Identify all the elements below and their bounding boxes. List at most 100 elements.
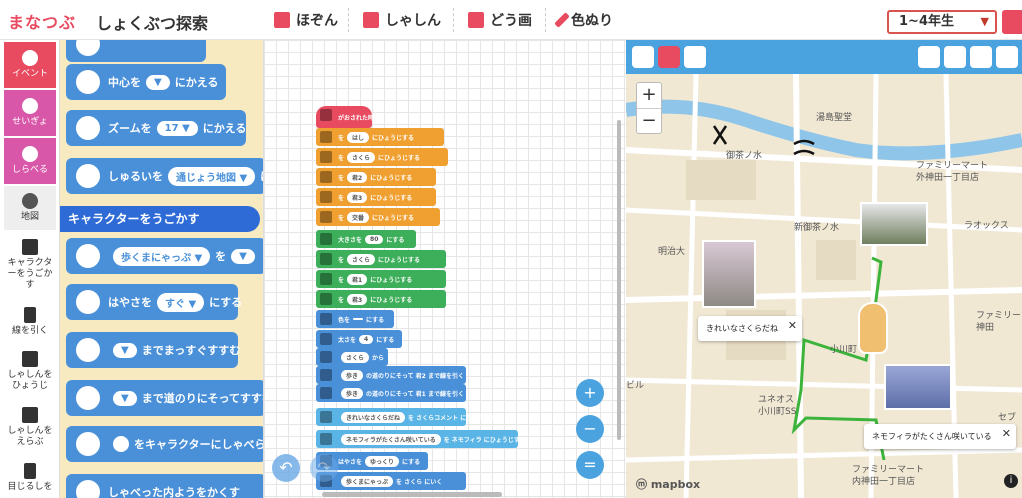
- block-dropdown[interactable]: 歩くまにゃっぷ: [341, 475, 394, 487]
- block-dropdown[interactable]: きれいなさくらだね: [341, 411, 406, 423]
- flag-icon[interactable]: [632, 46, 654, 68]
- reset-view-button[interactable]: =: [576, 451, 604, 479]
- speed-dropdown[interactable]: すぐ ▼: [157, 292, 205, 312]
- block-dropdown[interactable]: 君2: [347, 171, 368, 183]
- video-button[interactable]: どう画: [468, 6, 532, 34]
- flower-photo[interactable]: [860, 202, 928, 246]
- palette-block-speed[interactable]: はやさを すぐ ▼ にする: [66, 284, 242, 320]
- redo-button[interactable]: ↷: [310, 454, 338, 482]
- category-map[interactable]: 地図: [4, 186, 56, 230]
- palette-block-speak[interactable]: をキャラクターにしゃべらせ: [66, 426, 263, 462]
- script-block[interactable]: ネモフィラがたくさん咲いているを ネモフィラ にひょうじする: [316, 430, 526, 448]
- block-dropdown[interactable]: さくら: [347, 253, 376, 265]
- category-show-photo[interactable]: しゃしんをひょうじ: [4, 346, 56, 396]
- palette-block-partial[interactable]: [66, 40, 206, 62]
- map-zoom-in[interactable]: +: [637, 83, 661, 108]
- close-icon[interactable]: ✕: [1002, 427, 1011, 440]
- palette-block-road[interactable]: ▼ まで道のりにそってすすむ: [66, 380, 263, 416]
- run-icon: [76, 338, 100, 362]
- expand-button[interactable]: [996, 46, 1018, 68]
- grade-select[interactable]: 1~4年生 ▼: [887, 10, 997, 34]
- block-dropdown[interactable]: [353, 318, 364, 320]
- block-dropdown[interactable]: さくら: [347, 151, 376, 163]
- category-select-photo[interactable]: しゃしんをえらぶ: [4, 402, 56, 452]
- block-dropdown[interactable]: 歩き: [341, 387, 364, 399]
- block-dropdown[interactable]: 君3: [347, 293, 368, 305]
- camera-icon: [22, 350, 38, 367]
- stop-button[interactable]: [658, 46, 680, 68]
- category-draw-line[interactable]: 線を引く: [4, 302, 56, 342]
- paint-button[interactable]: 色ぬり: [554, 6, 613, 34]
- vertical-scrollbar[interactable]: [617, 120, 621, 440]
- block-dropdown[interactable]: 歩き: [341, 369, 364, 381]
- search-icon[interactable]: [970, 46, 992, 68]
- close-icon[interactable]: ✕: [788, 319, 797, 332]
- block-dropdown[interactable]: 交番: [347, 211, 370, 223]
- print-button[interactable]: [918, 46, 940, 68]
- target-dropdown[interactable]: ▼: [113, 390, 137, 406]
- palette-block-zoom[interactable]: ズームを 17 ▼ にかえる: [66, 110, 246, 146]
- category-event[interactable]: イベント: [4, 42, 56, 88]
- center-dropdown[interactable]: ▼: [146, 74, 170, 90]
- info-icon[interactable]: i: [1004, 474, 1018, 488]
- palette-block-straight[interactable]: ▼ までまっすぐすすむ: [66, 332, 240, 368]
- hat-block[interactable]: がおされた時: [316, 106, 374, 128]
- script-block[interactable]: を君3 にひょうじする: [316, 290, 446, 308]
- script-block[interactable]: さくら から: [316, 348, 388, 366]
- block-dropdown[interactable]: はし: [347, 131, 370, 143]
- block-dropdown[interactable]: ゆっくり: [365, 455, 400, 467]
- map-zoom-out[interactable]: −: [637, 108, 661, 133]
- category-marker[interactable]: 目じるしを: [4, 458, 56, 498]
- target-dropdown[interactable]: ▼: [113, 342, 137, 358]
- script-block[interactable]: を交番 にひょうじする: [316, 208, 440, 226]
- code-workspace[interactable]: がおされた時 をはし にひょうじするをさくら にひょうじするを君2 にひょうじするを君…: [264, 40, 626, 498]
- block-dropdown[interactable]: ネモフィラがたくさん咲いている: [341, 433, 441, 445]
- pin-button[interactable]: [944, 46, 966, 68]
- return-button[interactable]: [684, 46, 706, 68]
- script-block[interactable]: 歩くまにゃっぷを さくら にいく: [316, 472, 466, 490]
- block-dropdown[interactable]: 80: [365, 234, 384, 244]
- character-dropdown[interactable]: 歩くまにゃっぷ ▼: [113, 246, 211, 266]
- script-block[interactable]: をはし にひょうじする: [316, 128, 444, 146]
- script-block[interactable]: 歩き の道のりにそって 君1 まで線を引く: [316, 384, 466, 402]
- map-type-dropdown[interactable]: 通じょう地図 ▼: [168, 166, 256, 186]
- script-block[interactable]: 色を にする: [316, 310, 394, 328]
- menu-button[interactable]: [1002, 10, 1022, 34]
- script-block[interactable]: 太さを 4 にする: [316, 330, 402, 348]
- script-block[interactable]: 大きさを 80 にする: [316, 230, 416, 248]
- target-dropdown[interactable]: ▼: [231, 248, 255, 264]
- script-block[interactable]: をさくら にひょうじする: [316, 148, 448, 166]
- cherry-blossom-photo[interactable]: [702, 240, 756, 308]
- palette-block-map-type[interactable]: しゅるいを 通じょう地図 ▼ に: [66, 158, 263, 194]
- script-block[interactable]: きれいなさくらだねを さくらコメント にひょうじする: [316, 408, 502, 426]
- script-block[interactable]: をさくら にひょうじする: [316, 250, 446, 268]
- block-dropdown[interactable]: 君1: [347, 273, 368, 285]
- block-icon: [320, 211, 332, 223]
- map-attribution[interactable]: ⓜ mapbox: [636, 476, 700, 492]
- palette-block-center[interactable]: 中心を ▼ にかえる: [66, 64, 226, 100]
- nemophila-photo[interactable]: [884, 364, 952, 410]
- block-dropdown[interactable]: 君3: [347, 191, 368, 203]
- undo-button[interactable]: ↶: [272, 454, 300, 482]
- script-block[interactable]: を君3 にひょうじする: [316, 188, 436, 206]
- character-avatar[interactable]: [858, 302, 888, 354]
- script-block[interactable]: 歩き の道のりにそって 君2 まで線を引く: [316, 366, 466, 384]
- block-dropdown[interactable]: さくら: [341, 351, 370, 363]
- photo-button[interactable]: しゃしん: [363, 6, 441, 34]
- zoom-dropdown[interactable]: 17 ▼: [156, 120, 198, 136]
- script-block[interactable]: を君1 にひょうじする: [316, 270, 446, 288]
- zoom-in-button[interactable]: +: [576, 379, 604, 407]
- category-move-character[interactable]: キャラクターをうごかす: [4, 234, 56, 296]
- map-panel[interactable]: + − 湯島聖堂 御茶ノ水 新御茶ノ水 明治大 ファミリーマート 外神田一丁目店…: [626, 40, 1022, 498]
- category-search[interactable]: しらべる: [4, 138, 56, 184]
- horizontal-scrollbar[interactable]: [322, 492, 502, 497]
- save-icon: [274, 12, 290, 28]
- zoom-out-button[interactable]: −: [576, 415, 604, 443]
- palette-block-hide[interactable]: しゃべった内ようをかくす: [66, 474, 263, 498]
- palette-block-walk[interactable]: 歩くまにゃっぷ ▼ を ▼: [66, 238, 263, 274]
- category-control[interactable]: せいぎょ: [4, 90, 56, 136]
- speech-input[interactable]: [113, 436, 129, 452]
- script-block[interactable]: を君2 にひょうじする: [316, 168, 436, 186]
- block-dropdown[interactable]: 4: [359, 334, 374, 344]
- save-button[interactable]: ほぞん: [274, 6, 338, 34]
